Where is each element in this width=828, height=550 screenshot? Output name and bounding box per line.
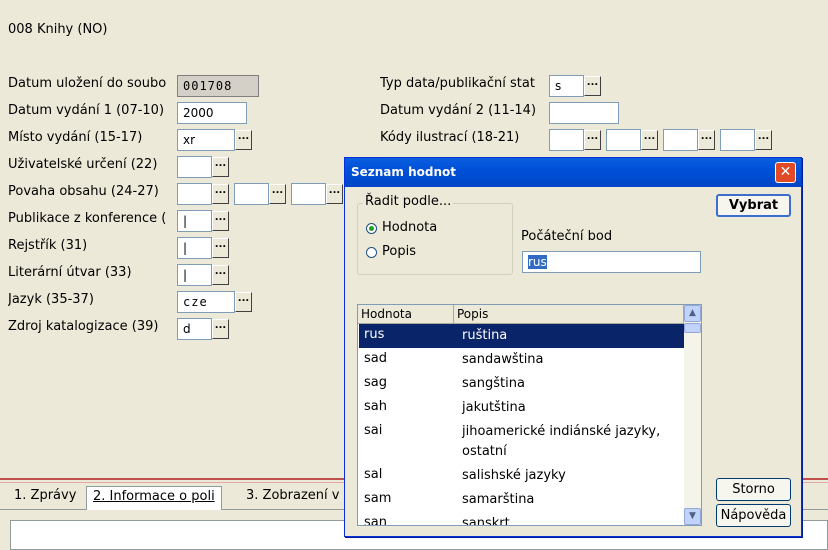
label-datum-vydani-2: Datum vydání 2 (11-14) bbox=[380, 103, 537, 118]
label-misto-vydani: Místo vydání (15-17) bbox=[8, 130, 143, 145]
list-item-code: sai bbox=[364, 423, 383, 438]
rejstrik-lookup-button[interactable]: ... bbox=[212, 238, 229, 258]
list-item-description: sangština bbox=[462, 376, 525, 391]
list-item-description: sanskrt bbox=[462, 516, 510, 526]
zdroj-katalogizace-lookup-button[interactable]: ... bbox=[212, 319, 229, 339]
label-rejstrik: Rejstřík (31) bbox=[8, 238, 88, 253]
start-point-value: rus bbox=[528, 255, 547, 269]
povaha-obsahu-lookup-button-2[interactable]: ... bbox=[269, 184, 286, 204]
povaha-obsahu-lookup-button-3[interactable]: ... bbox=[326, 184, 343, 204]
list-item[interactable]: sam samarština bbox=[359, 488, 685, 512]
publikace-z-konference-field[interactable]: | bbox=[177, 210, 212, 232]
list-item-description: jakutština bbox=[462, 400, 526, 415]
povaha-obsahu-lookup-button-1[interactable]: ... bbox=[212, 184, 229, 204]
label-jazyk: Jazyk (35-37) bbox=[8, 292, 94, 307]
list-item-code: rus bbox=[364, 327, 385, 342]
datum-vydani-1-field[interactable]: 2000 bbox=[177, 102, 247, 124]
radio-sort-popis-label[interactable]: Popis bbox=[382, 244, 416, 259]
kody-ilustraci-field-4[interactable] bbox=[720, 129, 755, 151]
kody-ilustraci-lookup-button-4[interactable]: ... bbox=[755, 130, 772, 150]
uzivatelske-urceni-lookup-button[interactable]: ... bbox=[212, 157, 229, 177]
kody-ilustraci-lookup-button-2[interactable]: ... bbox=[641, 130, 658, 150]
value-list[interactable]: Hodnota Popis rus ruština sad sandawštin… bbox=[357, 304, 702, 526]
label-zdroj-katalogizace: Zdroj katalogizace (39) bbox=[8, 319, 159, 334]
list-item-description: salishské jazyky bbox=[462, 468, 566, 483]
kody-ilustraci-field-3[interactable] bbox=[663, 129, 698, 151]
scroll-down-icon[interactable]: ▼ bbox=[684, 508, 701, 525]
kody-ilustraci-field-2[interactable] bbox=[606, 129, 641, 151]
jazyk-lookup-button[interactable]: ... bbox=[235, 292, 252, 312]
help-button[interactable]: Nápověda bbox=[716, 504, 791, 527]
list-item-selected[interactable]: rus ruština bbox=[359, 324, 685, 348]
list-item-description: samarština bbox=[462, 492, 535, 507]
publikace-z-konference-lookup-button[interactable]: ... bbox=[212, 211, 229, 231]
radio-sort-popis[interactable] bbox=[366, 247, 377, 258]
povaha-obsahu-field-2[interactable] bbox=[234, 183, 269, 205]
label-publikace-z-konference: Publikace z konference ( bbox=[8, 211, 167, 226]
typ-data-field[interactable]: s bbox=[549, 75, 584, 97]
label-uzivatelske-urceni: Uživatelské určení (22) bbox=[8, 157, 158, 172]
list-header: Hodnota Popis bbox=[358, 305, 684, 324]
list-scrollbar[interactable]: ▲ ▼ bbox=[684, 305, 701, 525]
list-item-code: san bbox=[364, 515, 387, 526]
misto-vydani-lookup-button[interactable]: ... bbox=[235, 130, 252, 150]
list-item-description: ruština bbox=[462, 328, 508, 343]
list-item-description: sandawština bbox=[462, 352, 544, 367]
zdroj-katalogizace-field[interactable]: d bbox=[177, 318, 212, 340]
rejstrik-field[interactable]: | bbox=[177, 237, 212, 259]
column-header-hodnota[interactable]: Hodnota bbox=[358, 305, 454, 323]
list-item-code: sag bbox=[364, 375, 387, 390]
literarni-utvar-lookup-button[interactable]: ... bbox=[212, 265, 229, 285]
list-item-code: sah bbox=[364, 399, 387, 414]
tab-zpravy[interactable]: 1. Zprávy bbox=[8, 486, 82, 508]
start-point-label: Počáteční bod bbox=[521, 229, 613, 244]
list-item-description: jihoamerické indiánské jazyky, ostatní bbox=[462, 424, 661, 459]
cancel-button[interactable]: Storno bbox=[716, 478, 791, 501]
label-datum-ulozeni: Datum uložení do soubo bbox=[8, 76, 166, 91]
column-header-popis[interactable]: Popis bbox=[454, 305, 684, 323]
tab-informace-o-poli[interactable]: 2. Informace o poli bbox=[86, 486, 222, 510]
datum-ulozeni-field: 001708 bbox=[177, 75, 259, 97]
typ-data-lookup-button[interactable]: ... bbox=[584, 76, 601, 96]
label-datum-vydani-1: Datum vydání 1 (07-10) bbox=[8, 103, 165, 118]
list-item[interactable]: sal salishské jazyky bbox=[359, 464, 685, 488]
scroll-up-icon[interactable]: ▲ bbox=[684, 305, 701, 322]
list-item[interactable]: sai jihoamerické indiánské jazyky, ostat… bbox=[359, 420, 685, 464]
scroll-thumb[interactable] bbox=[684, 323, 701, 333]
misto-vydani-field[interactable]: xr bbox=[177, 129, 235, 151]
label-typ-data: Typ data/publikační stat bbox=[380, 76, 535, 91]
radio-sort-hodnota-label[interactable]: Hodnota bbox=[382, 220, 437, 235]
dialog-title-bar[interactable]: Seznam hodnot bbox=[345, 158, 801, 187]
uzivatelske-urceni-field[interactable] bbox=[177, 156, 212, 178]
kody-ilustraci-lookup-button-1[interactable]: ... bbox=[584, 130, 601, 150]
dialog-title: Seznam hodnot bbox=[351, 165, 456, 179]
select-button[interactable]: Vybrat bbox=[716, 194, 791, 217]
label-literarni-utvar: Literární útvar (33) bbox=[8, 265, 132, 280]
sort-group-label: Řadit podle... bbox=[363, 194, 454, 209]
list-item-code: sad bbox=[364, 351, 387, 366]
radio-sort-hodnota[interactable] bbox=[366, 223, 377, 234]
jazyk-field[interactable]: cze bbox=[177, 291, 235, 313]
povaha-obsahu-field-1[interactable] bbox=[177, 183, 212, 205]
literarni-utvar-field[interactable]: | bbox=[177, 264, 212, 286]
povaha-obsahu-field-3[interactable] bbox=[291, 183, 326, 205]
datum-vydani-2-field[interactable] bbox=[549, 102, 619, 124]
list-item[interactable]: san sanskrt bbox=[359, 512, 685, 526]
start-point-input[interactable]: rus bbox=[522, 251, 701, 273]
kody-ilustraci-field-1[interactable] bbox=[549, 129, 584, 151]
label-povaha-obsahu: Povaha obsahu (24-27) bbox=[8, 184, 159, 199]
list-item-code: sal bbox=[364, 467, 383, 482]
list-item-code: sam bbox=[364, 491, 392, 506]
kody-ilustraci-lookup-button-3[interactable]: ... bbox=[698, 130, 715, 150]
sort-group-box bbox=[357, 203, 513, 275]
list-item[interactable]: sad sandawština bbox=[359, 348, 685, 372]
form-title: 008 Knihy (NO) bbox=[8, 22, 108, 37]
close-icon[interactable]: ✕ bbox=[775, 162, 796, 183]
list-item[interactable]: sag sangština bbox=[359, 372, 685, 396]
label-kody-ilustraci: Kódy ilustrací (18-21) bbox=[380, 130, 520, 145]
list-item[interactable]: sah jakutština bbox=[359, 396, 685, 420]
tab-zobrazeni[interactable]: 3. Zobrazení v p bbox=[240, 486, 358, 508]
tab-informace-o-poli-label: 2. Informace o poli bbox=[93, 489, 215, 504]
value-list-dialog: Seznam hodnot ✕ Řadit podle... Hodnota P… bbox=[344, 157, 802, 537]
